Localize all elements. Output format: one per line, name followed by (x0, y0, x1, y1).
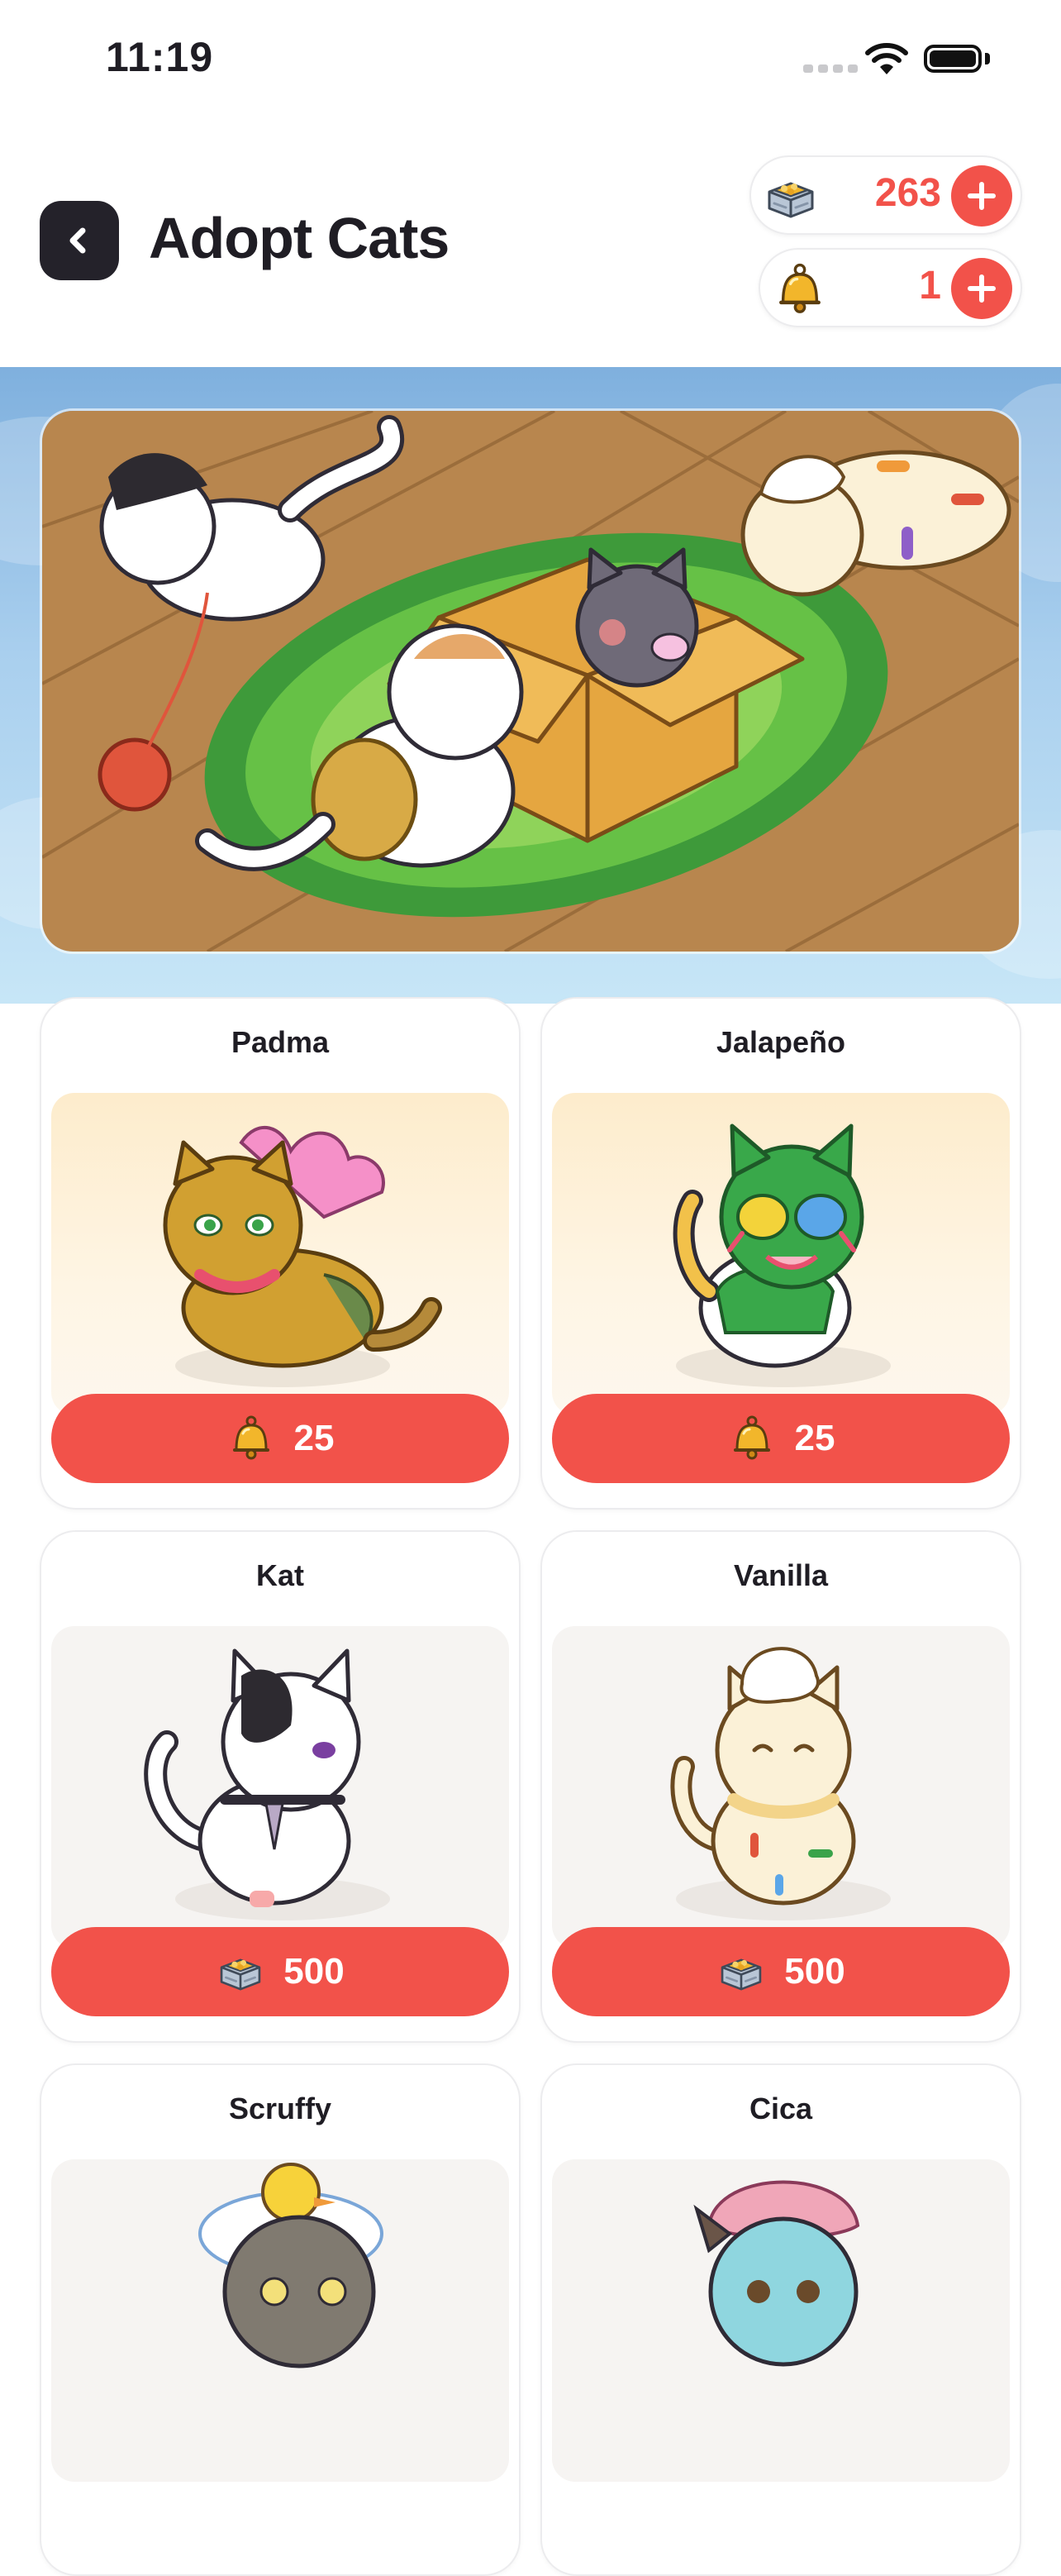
adopt-button-vanilla[interactable]: 500 (552, 1927, 1010, 2016)
cat-card-kat[interactable]: Kat 500 (40, 1530, 521, 2043)
cat-portrait-kat (51, 1626, 509, 1949)
golden-bell-icon (772, 261, 828, 317)
cat-card-cica[interactable]: Cica (540, 2063, 1021, 2576)
cat-portrait-scruffy (51, 2159, 509, 2482)
golden-bell-balance[interactable]: 1 (759, 248, 1022, 327)
food-tin-icon (716, 1947, 766, 1996)
add-food-tins-button[interactable] (951, 165, 1012, 227)
adopt-button-kat[interactable]: 500 (51, 1927, 509, 2016)
adopt-button-jalapeno[interactable]: 25 (552, 1394, 1010, 1483)
cat-card-padma[interactable]: Padma 25 (40, 997, 521, 1510)
cat-card-vanilla[interactable]: Vanilla 500 (540, 1530, 1021, 2043)
featured-cats-banner (40, 408, 1021, 954)
plus-icon (965, 272, 998, 305)
battery-cap (985, 53, 990, 64)
golden-bell-count: 1 (919, 264, 941, 308)
cat-name: Cica (749, 2092, 813, 2125)
cat-name: Vanilla (733, 1558, 829, 1592)
golden-bell-icon (226, 1414, 276, 1463)
cat-portrait-jalapeno (552, 1093, 1010, 1415)
cat-portrait-vanilla (552, 1626, 1010, 1949)
food-tin-count: 263 (874, 171, 941, 215)
cat-name: Padma (231, 1025, 330, 1059)
plus-icon (965, 179, 998, 212)
cat-portrait-padma (51, 1093, 509, 1415)
cats-playroom-illustration (42, 411, 1019, 952)
back-button[interactable] (40, 201, 119, 280)
food-tin-icon (216, 1947, 265, 1996)
wifi-icon (865, 43, 908, 74)
battery-icon (924, 45, 982, 73)
food-tin-balance[interactable]: 263 (749, 155, 1022, 235)
adopt-button-padma[interactable]: 25 (51, 1394, 509, 1483)
status-bar: 11:19 (0, 0, 1061, 124)
status-time: 11:19 (106, 34, 214, 80)
food-tin-icon (763, 169, 819, 225)
cat-name: Jalapeño (716, 1025, 846, 1059)
price-value: 500 (784, 1951, 845, 1992)
golden-bell-icon (727, 1414, 777, 1463)
price-value: 25 (794, 1418, 835, 1458)
cat-portrait-cica (552, 2159, 1010, 2482)
cat-card-jalapeno[interactable]: Jalapeño 25 (540, 997, 1021, 1510)
cat-name: Scruffy (228, 2092, 332, 2125)
cat-name: Kat (255, 1558, 304, 1592)
page-title: Adopt Cats (149, 206, 450, 270)
chevron-left-icon (69, 227, 86, 254)
cat-card-scruffy[interactable]: Scruffy (40, 2063, 521, 2576)
price-value: 500 (283, 1951, 345, 1992)
add-golden-bells-button[interactable] (951, 258, 1012, 319)
cellular-signal-icon (803, 64, 858, 73)
price-value: 25 (293, 1418, 335, 1458)
